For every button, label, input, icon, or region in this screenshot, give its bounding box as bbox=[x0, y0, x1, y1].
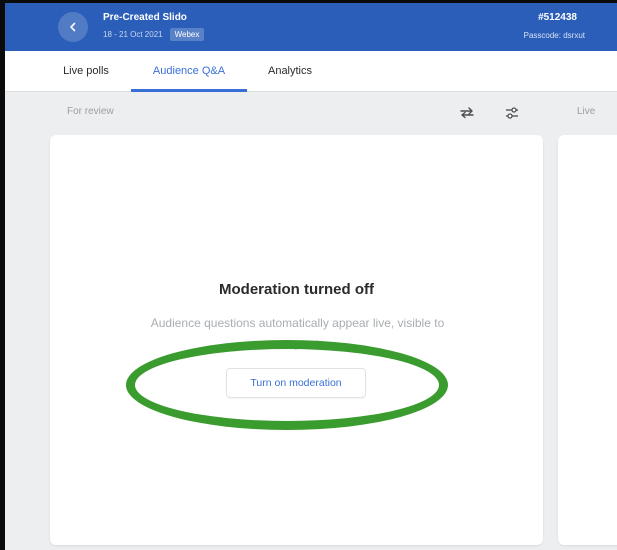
tab-audience-qa-label: Audience Q&A bbox=[152, 65, 226, 77]
sliders-icon[interactable] bbox=[503, 104, 521, 122]
empty-state-title: Moderation turned off bbox=[219, 281, 374, 298]
chevron-left-icon bbox=[68, 22, 78, 32]
tab-bar: Live polls Audience Q&A Analytics bbox=[5, 51, 617, 92]
tab-live-polls-label: Live polls bbox=[63, 65, 109, 77]
swap-icon[interactable] bbox=[458, 104, 476, 122]
back-button[interactable] bbox=[58, 12, 88, 42]
empty-state-description: Audience questions automatically appear … bbox=[150, 316, 445, 350]
platform-badge: Webex bbox=[169, 28, 205, 41]
event-meta: 18 - 21 Oct 2021 Webex bbox=[103, 28, 205, 41]
tab-audience-qa[interactable]: Audience Q&A bbox=[131, 51, 247, 92]
event-passcode: Passcode: dsrxut bbox=[523, 31, 585, 40]
event-code[interactable]: #512438 bbox=[538, 12, 577, 23]
for-review-card: Moderation turned off Audience questions… bbox=[50, 135, 543, 545]
event-title: Pre-Created Slido bbox=[103, 12, 187, 23]
event-dates: 18 - 21 Oct 2021 bbox=[103, 30, 163, 39]
event-header: Pre-Created Slido 18 - 21 Oct 2021 Webex… bbox=[5, 3, 617, 51]
live-column-title: Live bbox=[577, 106, 596, 117]
tab-analytics-label: Analytics bbox=[267, 65, 313, 77]
for-review-column-title: For review bbox=[67, 106, 114, 117]
tab-live-polls[interactable]: Live polls bbox=[51, 51, 121, 91]
live-card bbox=[558, 135, 617, 545]
tab-analytics[interactable]: Analytics bbox=[257, 51, 323, 91]
slido-admin-app: Pre-Created Slido 18 - 21 Oct 2021 Webex… bbox=[5, 3, 617, 550]
turn-on-moderation-button[interactable]: Turn on moderation bbox=[226, 368, 366, 398]
